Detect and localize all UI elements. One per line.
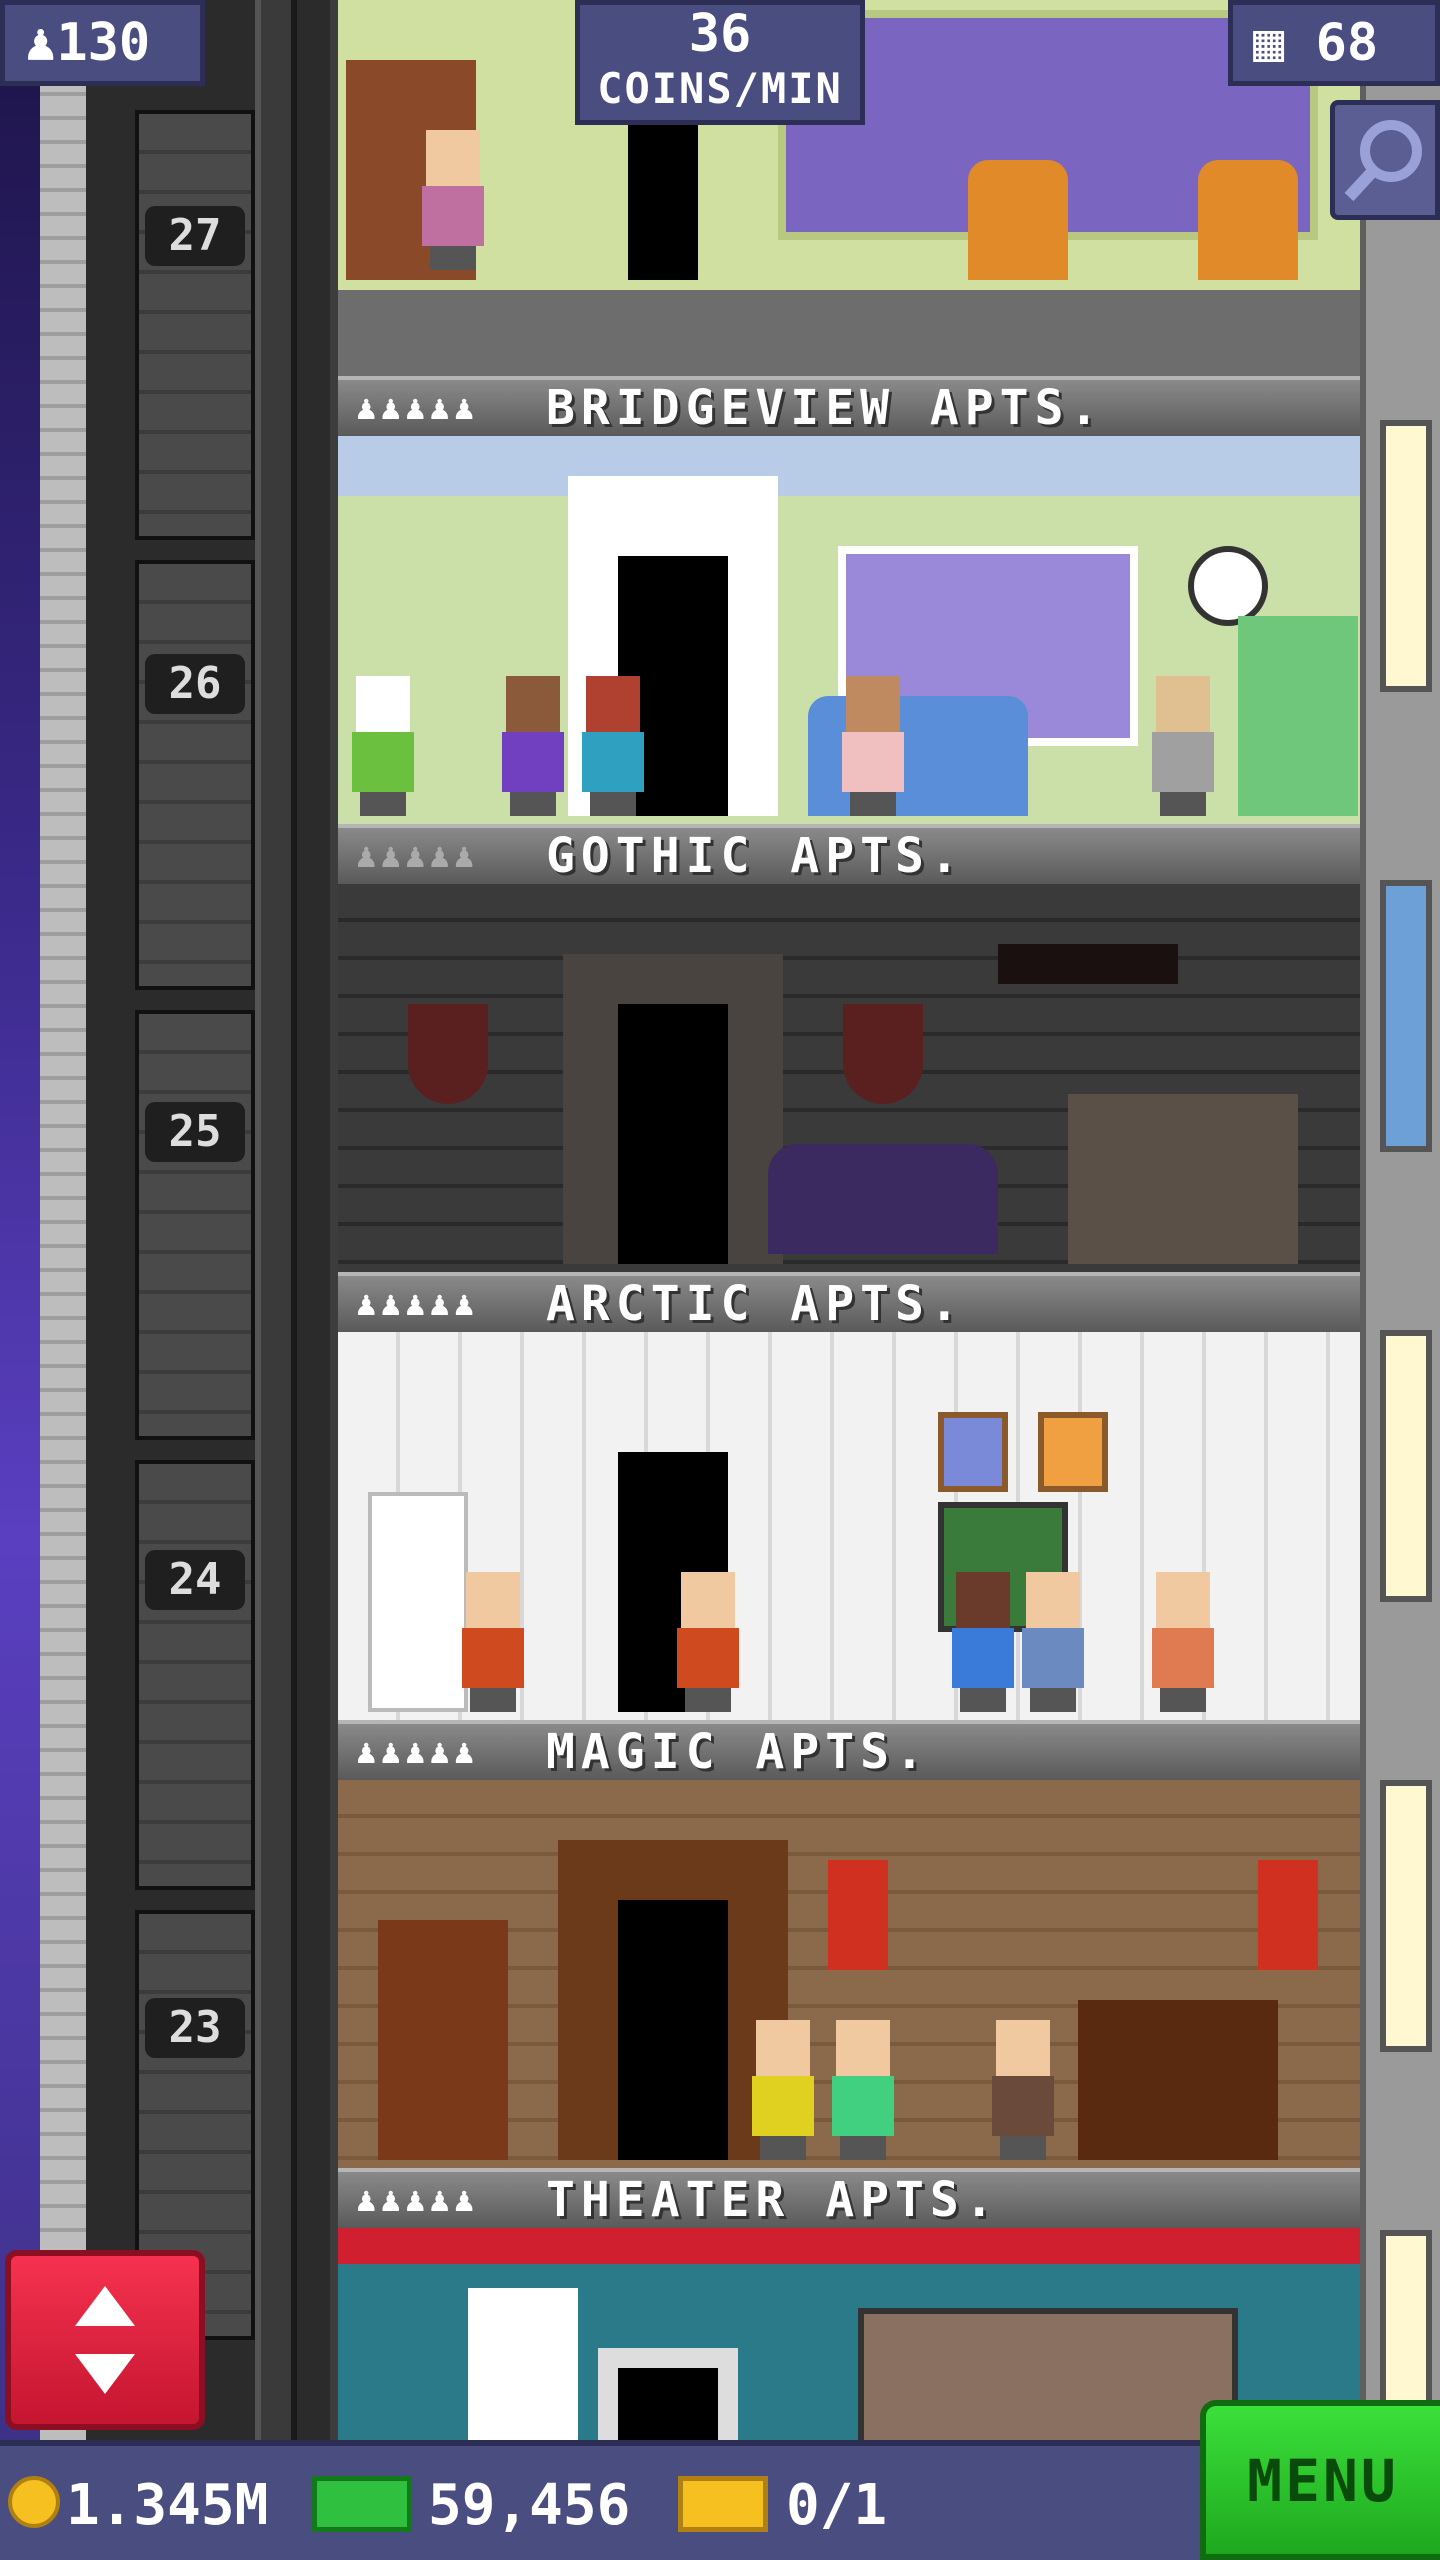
resident[interactable] (1148, 676, 1218, 816)
banner-flag (1258, 1860, 1318, 1970)
movie-screen (858, 2308, 1238, 2440)
bux-value[interactable]: 59,456 (428, 2478, 630, 2534)
resident[interactable] (748, 2020, 818, 2160)
elevator-floor-label: 26 (145, 654, 245, 714)
building-icon: ▦ (1253, 13, 1285, 73)
magnifier-icon (1344, 120, 1422, 202)
room-door (618, 1004, 728, 1264)
armchair (1198, 160, 1298, 280)
poster (468, 2288, 578, 2440)
room-magic (338, 1780, 1360, 2168)
floor-name: ARCTIC APTS. (546, 1276, 965, 1332)
resident[interactable] (948, 1572, 1018, 1712)
coin-icon (8, 2476, 60, 2528)
tower-edge (1360, 0, 1440, 2440)
floor-24[interactable]: ♟♟♟♟♟ ARCTIC APTS. (338, 1272, 1360, 1720)
bux-icon (312, 2476, 412, 2532)
fireplace (1068, 1094, 1298, 1264)
resident[interactable] (1148, 1572, 1218, 1712)
floor-counter[interactable]: ▦ 68 (1228, 0, 1440, 86)
elevator-floor-label: 23 (145, 1998, 245, 2058)
shield-icon (408, 1004, 488, 1104)
floor-banner: ♟♟♟♟♟ ARCTIC APTS. (338, 1272, 1360, 1332)
floor-23[interactable]: ♟♟♟♟♟ MAGIC APTS. (338, 1720, 1360, 2168)
tower-window (1380, 880, 1432, 1152)
coin-rate-display: 36 COINS/MIN (575, 0, 865, 125)
ceiling (338, 436, 1360, 496)
resident[interactable] (418, 130, 488, 270)
room-kitchen (338, 436, 1360, 824)
elevator-car (135, 110, 255, 540)
room-door (618, 1900, 728, 2160)
tower-window (1380, 1330, 1432, 1602)
stage-curtain (338, 2228, 1360, 2264)
population-value: 130 (56, 13, 151, 73)
residents-indicator: ♟♟♟♟♟ (356, 1732, 479, 1772)
picture-frame (938, 1412, 1008, 1492)
floor-banner: ♟♟♟♟♟ BRIDGEVIEW APTS. (338, 376, 1360, 436)
tower-window (1380, 1780, 1432, 2052)
ticket-icon (678, 2476, 768, 2532)
room-door (618, 2368, 718, 2440)
shield-icon (843, 1004, 923, 1104)
floor-name: MAGIC APTS. (546, 1724, 930, 1780)
elevator-floor-label: 27 (145, 206, 245, 266)
picture-frame (1038, 1412, 1108, 1492)
tower-window (1380, 420, 1432, 692)
resident[interactable] (838, 676, 908, 816)
elevator-car (135, 1460, 255, 1890)
resident[interactable] (673, 1572, 743, 1712)
elevator-car (135, 1010, 255, 1440)
floor-count-value: 68 (1315, 13, 1379, 73)
resident[interactable] (578, 676, 648, 816)
armchair (968, 160, 1068, 280)
room-arctic (338, 1332, 1360, 1720)
residents-indicator: ♟♟♟♟♟ (356, 2180, 479, 2220)
coins-value[interactable]: 1.345M (66, 2478, 268, 2534)
coin-rate-unit: COINS/MIN (597, 64, 843, 113)
floor-name: GOTHIC APTS. (546, 828, 965, 884)
clock-icon (1188, 546, 1268, 626)
floor-26[interactable]: ♟♟♟♟♟ BRIDGEVIEW APTS. (338, 376, 1360, 824)
elevator-rail (255, 0, 297, 2440)
fridge (1238, 616, 1358, 816)
resident[interactable] (498, 676, 568, 816)
room-gothic (338, 884, 1360, 1272)
menu-button[interactable]: MENU (1200, 2400, 1440, 2560)
residents-indicator: ♟♟♟♟♟ (356, 388, 479, 428)
coin-rate-value: 36 (688, 4, 752, 64)
resident[interactable] (1018, 1572, 1088, 1712)
bookshelf (378, 1920, 508, 2160)
floor-banner: ♟♟♟♟♟ THEATER APTS. (338, 2168, 1360, 2228)
resident[interactable] (828, 2020, 898, 2160)
tickets-value[interactable]: 0/1 (786, 2478, 887, 2534)
elevator-cable (40, 0, 86, 2440)
resident[interactable] (458, 1572, 528, 1712)
elevator-car (135, 560, 255, 990)
up-down-arrows-icon (75, 2286, 135, 2394)
couch (768, 1144, 998, 1254)
person-icon: ♟ (25, 13, 57, 73)
fridge (368, 1492, 468, 1712)
residents-indicator: ♟♟♟♟♟ (356, 836, 479, 876)
floor-name: BRIDGEVIEW APTS. (546, 380, 1105, 436)
population-counter[interactable]: ♟130 (0, 0, 205, 86)
floor-banner: ♟♟♟♟♟ GOTHIC APTS. (338, 824, 1360, 884)
residents-indicator: ♟♟♟♟♟ (356, 1284, 479, 1324)
floor-name: THEATER APTS. (546, 2172, 1000, 2228)
resident[interactable] (988, 2020, 1058, 2160)
floor-banner: ♟♟♟♟♟ MAGIC APTS. (338, 1720, 1360, 1780)
fireplace (1078, 2000, 1278, 2160)
elevator-button[interactable] (5, 2250, 205, 2430)
elevator-floor-label: 24 (145, 1550, 245, 1610)
resident[interactable] (348, 676, 418, 816)
elevator-floor-label: 25 (145, 1102, 245, 1162)
banner-flag (828, 1860, 888, 1970)
floor-25[interactable]: ♟♟♟♟♟ GOTHIC APTS. (338, 824, 1360, 1272)
zoom-button[interactable] (1330, 100, 1440, 220)
floor-22[interactable]: ♟♟♟♟♟ THEATER APTS. (338, 2168, 1360, 2440)
chandelier (998, 944, 1178, 984)
